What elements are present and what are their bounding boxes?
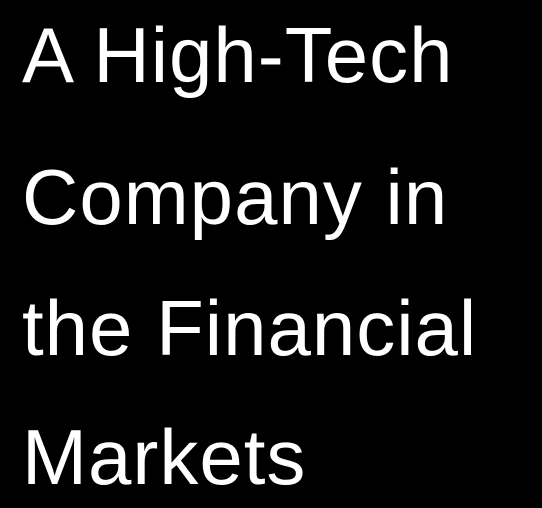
title-line-1: A High-Tech <box>22 11 454 99</box>
title-block: A High-Tech Company in the Financial Mar… <box>0 0 542 508</box>
title-line-2: Company in <box>22 153 449 241</box>
title-line-3: the Financial <box>22 284 478 372</box>
title-line-4: Markets <box>22 413 307 501</box>
